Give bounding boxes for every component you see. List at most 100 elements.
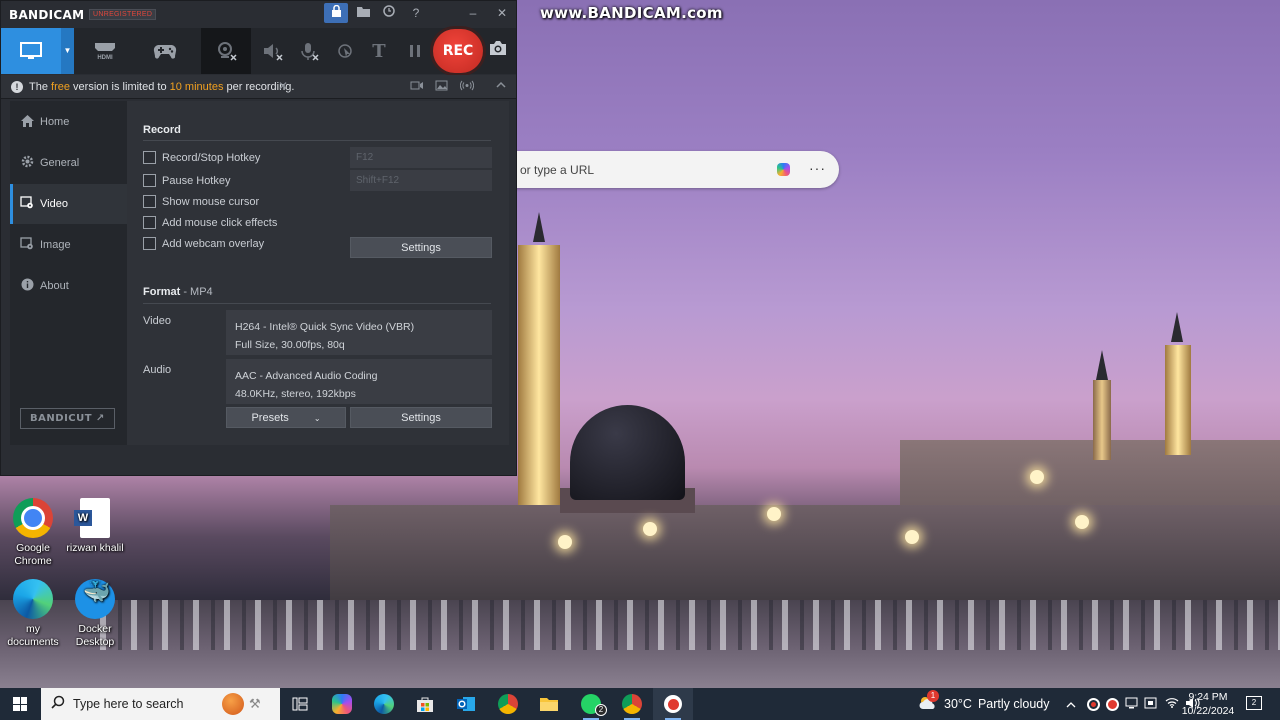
record-button[interactable]: REC bbox=[433, 29, 483, 73]
basketball-search-highlight-icon[interactable] bbox=[222, 693, 244, 715]
bandicut-button[interactable]: BANDICUT ↗ bbox=[20, 408, 115, 429]
taskbar-clock[interactable]: 9:24 PM 10/22/2024 bbox=[1180, 690, 1236, 718]
desktop-icon-chrome[interactable]: Google Chrome bbox=[0, 498, 66, 568]
desktop-icon-docker[interactable]: Docker Desktop bbox=[62, 579, 128, 649]
sidebar-item-label: About bbox=[40, 280, 69, 292]
webcam-toggle-button[interactable] bbox=[201, 28, 251, 74]
record-hotkey-field[interactable]: F12 bbox=[350, 147, 492, 168]
video-codec-box[interactable]: H264 - Intel® Quick Sync Video (VBR) Ful… bbox=[226, 310, 492, 355]
mouse-click-effects-checkbox[interactable]: Add mouse click effects bbox=[143, 216, 277, 229]
pause-hotkey-checkbox[interactable]: Pause Hotkey bbox=[143, 174, 230, 187]
image-icon bbox=[20, 237, 34, 253]
sidebar-item-home[interactable]: Home bbox=[10, 102, 127, 142]
taskbar-whatsapp[interactable]: 2 bbox=[571, 688, 611, 720]
pause-hotkey-field[interactable]: Shift+F12 bbox=[350, 170, 492, 191]
video-format-label: Video bbox=[143, 315, 171, 327]
copilot-icon[interactable] bbox=[777, 163, 790, 176]
text-overlay-button[interactable]: T bbox=[363, 28, 395, 74]
checkbox-label: Add webcam overlay bbox=[162, 237, 265, 250]
checkbox-box[interactable] bbox=[143, 216, 156, 229]
history-icon[interactable] bbox=[377, 3, 401, 23]
minimize-icon[interactable]: – bbox=[461, 3, 485, 23]
notice-free-link[interactable]: free bbox=[51, 81, 70, 93]
checkbox-box[interactable] bbox=[143, 237, 156, 250]
taskbar-edge[interactable] bbox=[364, 688, 404, 720]
taskbar-chrome[interactable] bbox=[488, 688, 528, 720]
screenshot-camera-icon[interactable] bbox=[489, 40, 507, 61]
capture-tray-icon[interactable] bbox=[1144, 697, 1157, 712]
record-section-title: Record bbox=[143, 124, 181, 136]
sidebar-item-image[interactable]: Image bbox=[10, 225, 127, 265]
folder-icon[interactable] bbox=[351, 3, 375, 23]
chrome-profile-icon bbox=[622, 694, 642, 714]
taskbar-task-view[interactable] bbox=[280, 688, 320, 720]
microphone-toggle-button[interactable] bbox=[293, 28, 325, 74]
video-rec-icon[interactable] bbox=[410, 80, 424, 94]
unregistered-badge[interactable]: UNREGISTERED bbox=[89, 9, 157, 20]
record-stop-hotkey-checkbox[interactable]: Record/Stop Hotkey bbox=[143, 151, 260, 164]
sidebar-item-video[interactable]: Video bbox=[10, 184, 127, 224]
taskbar-store[interactable] bbox=[405, 688, 445, 720]
windows-logo-icon bbox=[13, 697, 27, 711]
checkbox-box[interactable] bbox=[143, 151, 156, 164]
edge-icon bbox=[13, 579, 53, 619]
browser-address-bar[interactable]: or type a URL ··· bbox=[500, 151, 839, 188]
start-button[interactable] bbox=[0, 688, 40, 720]
sidebar-item-about[interactable]: About bbox=[10, 266, 127, 306]
audio-codec-box[interactable]: AAC - Advanced Audio Coding 48.0KHz, ste… bbox=[226, 359, 492, 404]
collapse-chevron-up-icon[interactable] bbox=[496, 80, 506, 92]
more-options-icon[interactable]: ··· bbox=[809, 160, 826, 176]
record-settings-button[interactable]: Settings bbox=[350, 237, 492, 258]
checkbox-box[interactable] bbox=[143, 174, 156, 187]
search-placeholder: Type here to search bbox=[73, 697, 184, 711]
show-mouse-cursor-checkbox[interactable]: Show mouse cursor bbox=[143, 195, 259, 208]
mouse-click-effect-button[interactable] bbox=[329, 28, 361, 74]
chevron-up-icon[interactable] bbox=[1063, 697, 1079, 711]
notification-count: 2 bbox=[1251, 698, 1257, 707]
mode-dropdown-chevron-icon[interactable]: ▼ bbox=[61, 28, 74, 74]
checkbox-box[interactable] bbox=[143, 195, 156, 208]
sidebar-item-general[interactable]: General bbox=[10, 143, 127, 183]
screen-mode-button[interactable] bbox=[1, 28, 61, 74]
checkbox-label: Record/Stop Hotkey bbox=[162, 151, 261, 164]
desktop-icon-word-doc[interactable]: rizwan khalil bbox=[62, 498, 128, 555]
video-settings-panel: Record Record/Stop Hotkey F12 Pause Hotk… bbox=[127, 101, 509, 445]
dismiss-notice-icon[interactable]: ✕ bbox=[278, 79, 288, 93]
desktop-icon-my-documents[interactable]: my documents bbox=[0, 579, 66, 649]
taskbar-copilot[interactable] bbox=[322, 688, 362, 720]
info-icon bbox=[20, 278, 34, 294]
notification-center-icon[interactable]: 2 bbox=[1246, 696, 1262, 710]
webcam-overlay-checkbox[interactable]: Add webcam overlay bbox=[143, 237, 264, 250]
checkbox-label: Add mouse click effects bbox=[162, 216, 278, 229]
wallpaper-minaret bbox=[1165, 345, 1191, 455]
wallpaper-lamp bbox=[558, 535, 572, 549]
format-settings-button[interactable]: Settings bbox=[350, 407, 492, 428]
presets-dropdown[interactable]: Presets ⌄ bbox=[226, 407, 346, 428]
image-gallery-icon[interactable] bbox=[435, 80, 448, 94]
address-bar-placeholder: or type a URL bbox=[520, 163, 595, 177]
speaker-toggle-button[interactable] bbox=[257, 28, 289, 74]
bandicam-tray-icon[interactable] bbox=[1087, 697, 1100, 711]
sidebar-item-label: Video bbox=[40, 198, 68, 210]
record-tray-icon[interactable] bbox=[1106, 697, 1119, 711]
lock-icon[interactable] bbox=[324, 3, 348, 23]
bandicam-title-bar[interactable]: BANDICAM UNREGISTERED ? – ✕ bbox=[1, 1, 516, 27]
windows-taskbar: Type here to search ⚒ 2 1 30°C Partly cl… bbox=[0, 688, 1280, 720]
close-icon[interactable]: ✕ bbox=[490, 3, 514, 23]
weather-widget[interactable]: 1 30°C Partly cloudy bbox=[918, 688, 1050, 720]
checkbox-label: Pause Hotkey bbox=[162, 174, 231, 187]
display-tray-icon[interactable] bbox=[1125, 697, 1138, 712]
taskbar-bandicam[interactable] bbox=[653, 688, 693, 720]
desktop-icon-label: Docker Desktop bbox=[75, 623, 115, 648]
taskbar-file-explorer[interactable] bbox=[529, 688, 569, 720]
hdmi-mode-button[interactable]: HDMI bbox=[75, 28, 135, 74]
taskbar-chrome-profile[interactable] bbox=[612, 688, 652, 720]
taskbar-search-box[interactable]: Type here to search ⚒ bbox=[41, 688, 280, 720]
taskbar-outlook[interactable] bbox=[446, 688, 486, 720]
text-t-icon: T bbox=[372, 40, 386, 62]
wifi-icon[interactable] bbox=[1165, 697, 1179, 711]
help-icon[interactable]: ? bbox=[404, 3, 428, 23]
broadcast-icon[interactable] bbox=[459, 80, 475, 94]
game-mode-button[interactable] bbox=[135, 28, 195, 74]
pause-button[interactable] bbox=[399, 28, 431, 74]
